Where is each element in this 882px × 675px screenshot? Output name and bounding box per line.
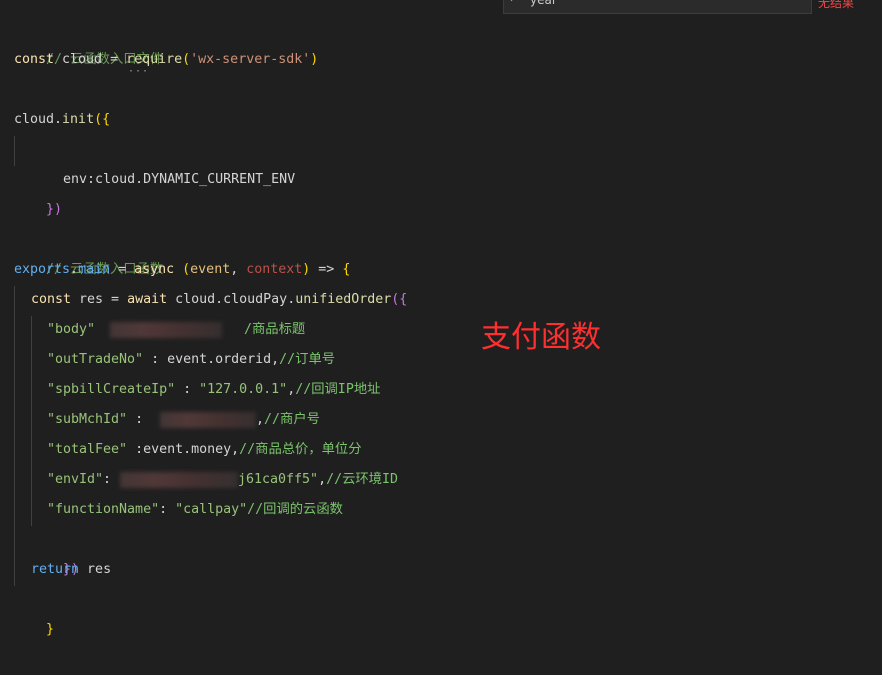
punctuation: , bbox=[230, 262, 247, 277]
keyword: return bbox=[31, 562, 80, 577]
comment: //商品总价，单位分 bbox=[239, 442, 362, 457]
code-line-2[interactable]: const cloud = require('wx-server-sdk') bbox=[14, 45, 318, 75]
code-line-7[interactable]: exports.main = async (event, context) =>… bbox=[14, 255, 350, 285]
code-line-12[interactable]: "subMchId" : bbox=[47, 405, 143, 435]
operator: = bbox=[110, 262, 135, 277]
parameter: context bbox=[246, 262, 303, 277]
code-line-13[interactable]: "totalFee" :event.money,//商品总价，单位分 bbox=[47, 435, 362, 465]
string-key: "spbillCreateIp" bbox=[47, 382, 176, 397]
code-line-9-comment: /商品标题 bbox=[244, 315, 305, 345]
punctuation: : bbox=[127, 412, 144, 427]
identifier: cloud. bbox=[14, 112, 63, 127]
comment: /商品标题 bbox=[244, 322, 306, 337]
identifier: cloud.cloudPay. bbox=[167, 292, 296, 307]
code-line-5[interactable]: }) bbox=[14, 165, 62, 217]
identifier: env:cloud.DYNAMIC_CURRENT_ENV bbox=[63, 172, 296, 187]
comment: //回调的云函数 bbox=[247, 502, 343, 517]
string-key: "outTradeNo" bbox=[47, 352, 144, 367]
string: j61ca0ff5" bbox=[238, 472, 319, 487]
function-name: require bbox=[126, 52, 183, 67]
keyword: const bbox=[14, 52, 55, 67]
annotation-label: 支付函数 bbox=[481, 320, 601, 355]
code-line-1[interactable]: // 云函数入口文件 bbox=[14, 15, 163, 67]
string: "callpay" bbox=[175, 502, 248, 517]
code-line-12-comment: ,//商户号 bbox=[256, 405, 320, 435]
code-line-4[interactable]: env:cloud.DYNAMIC_CURRENT_ENV bbox=[31, 135, 295, 187]
code-line-15[interactable]: "functionName": "callpay"//回调的云函数 bbox=[47, 495, 343, 525]
find-result-status: 无结果 bbox=[818, 0, 855, 10]
code-line-3[interactable]: cloud.init({ bbox=[14, 105, 110, 135]
identifier: exports bbox=[14, 262, 71, 277]
string-key: "envId" bbox=[47, 472, 104, 487]
code-line-17[interactable]: return res bbox=[31, 555, 111, 585]
redacted-value bbox=[120, 472, 238, 488]
parameter: event bbox=[190, 262, 231, 277]
operator: => bbox=[310, 262, 343, 277]
punctuation: : bbox=[103, 472, 112, 487]
string-key: "subMchId" bbox=[47, 412, 128, 427]
punctuation: , bbox=[318, 472, 327, 487]
find-widget[interactable]: › year bbox=[503, 0, 812, 14]
code-editor[interactable]: › year 无结果 // 云函数入口文件 const cloud = requ… bbox=[0, 0, 882, 637]
code-line-11[interactable]: "spbillCreateIp" : "127.0.0.1",//回调IP地址 bbox=[47, 375, 380, 405]
code-line-16[interactable]: }) bbox=[31, 525, 79, 577]
string-key: "body" bbox=[47, 322, 96, 337]
punctuation: }) bbox=[46, 202, 63, 217]
punctuation: ({ bbox=[94, 112, 111, 127]
indent-guide bbox=[14, 136, 15, 166]
indent-guide bbox=[14, 286, 15, 586]
hint-dots: ··· bbox=[128, 66, 150, 77]
code-line-6[interactable]: // 云函数入口函数 bbox=[14, 225, 163, 277]
indent-guide bbox=[31, 316, 32, 526]
code-line-10[interactable]: "outTradeNo" : event.orderid,//订单号 bbox=[47, 345, 335, 375]
punctuation: ) bbox=[310, 52, 319, 67]
identifier: res bbox=[79, 562, 112, 577]
find-input[interactable]: year bbox=[530, 0, 557, 7]
punctuation: . bbox=[70, 262, 79, 277]
identifier: main bbox=[78, 262, 111, 277]
string-key: "functionName" bbox=[47, 502, 160, 517]
code-line-18[interactable]: } bbox=[14, 585, 54, 637]
comment: //商户号 bbox=[264, 412, 320, 427]
punctuation: ( bbox=[182, 52, 191, 67]
punctuation: : bbox=[175, 382, 200, 397]
identifier: res = bbox=[71, 292, 128, 307]
function-name: init bbox=[62, 112, 95, 127]
code-line-14[interactable]: "envId": bbox=[47, 465, 111, 495]
keyword: await bbox=[127, 292, 168, 307]
redacted-value bbox=[110, 322, 222, 338]
code-line-14-rest: j61ca0ff5",//云环境ID bbox=[238, 465, 398, 495]
punctuation: , bbox=[256, 412, 265, 427]
punctuation: ({ bbox=[391, 292, 408, 307]
comment: //订单号 bbox=[279, 352, 336, 367]
identifier: :event.money, bbox=[127, 442, 240, 457]
code-line-9[interactable]: "body" bbox=[47, 315, 95, 345]
match-case-icon[interactable] bbox=[762, 0, 776, 8]
punctuation: ( bbox=[174, 262, 191, 277]
function-name: unifiedOrder bbox=[295, 292, 392, 307]
redacted-value bbox=[160, 412, 256, 428]
comment: //云环境ID bbox=[326, 472, 398, 487]
comment: //回调IP地址 bbox=[295, 382, 381, 397]
punctuation: } bbox=[46, 622, 55, 637]
string-key: "totalFee" bbox=[47, 442, 128, 457]
code-line-8[interactable]: const res = await cloud.cloudPay.unified… bbox=[31, 285, 407, 315]
string: 'wx-server-sdk' bbox=[190, 52, 311, 67]
chevron-right-icon[interactable]: › bbox=[510, 0, 514, 5]
punctuation: , bbox=[287, 382, 296, 397]
punctuation: : bbox=[159, 502, 176, 517]
string: "127.0.0.1" bbox=[199, 382, 288, 397]
keyword: const bbox=[31, 292, 72, 307]
identifier: cloud = bbox=[54, 52, 127, 67]
match-word-icon[interactable] bbox=[786, 0, 798, 8]
keyword: async bbox=[134, 262, 175, 277]
punctuation: { bbox=[342, 262, 351, 277]
identifier: : event.orderid, bbox=[143, 352, 280, 367]
